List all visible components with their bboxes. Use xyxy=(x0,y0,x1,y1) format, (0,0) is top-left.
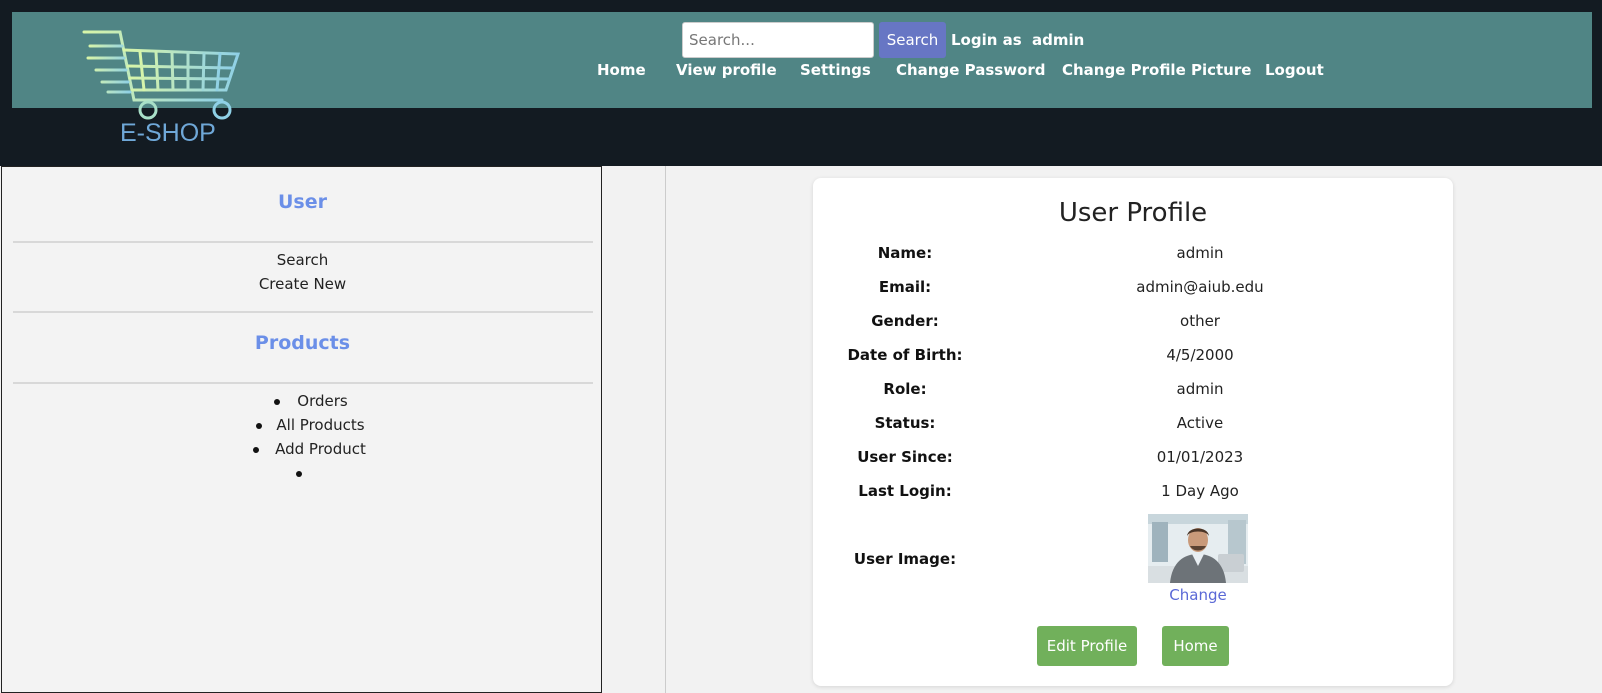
sidebar-heading-products: Products xyxy=(254,332,351,354)
nav-settings[interactable]: Settings xyxy=(800,61,871,79)
nav-logout[interactable]: Logout xyxy=(1265,61,1324,79)
field-value-dob: 4/5/2000 xyxy=(1166,346,1234,364)
field-label-name: Name: xyxy=(877,244,933,262)
user-profile-card: User Profile Name: admin Email: admin@ai… xyxy=(813,178,1453,686)
nav-change-password[interactable]: Change Password xyxy=(896,61,1046,79)
logo-wordmark: E-SHOP xyxy=(120,119,216,147)
field-label-user-image: User Image: xyxy=(853,550,957,568)
field-value-user-since: 01/01/2023 xyxy=(1156,448,1244,466)
divider xyxy=(13,311,593,313)
search-input[interactable] xyxy=(682,22,874,58)
field-value-gender: other xyxy=(1180,312,1220,330)
sidebar-item-add-product[interactable]: Add Product xyxy=(20,440,621,458)
top-header: E-SHOP Search Login as admin Home View p… xyxy=(0,0,1602,166)
change-image-link[interactable]: Change xyxy=(1166,586,1230,604)
sidebar-heading-user: User xyxy=(278,191,327,213)
divider xyxy=(13,241,593,243)
content-divider xyxy=(665,166,666,693)
home-button[interactable]: Home xyxy=(1162,626,1229,666)
page-title: User Profile xyxy=(1058,198,1208,228)
field-value-email: admin@aiub.edu xyxy=(1136,278,1264,296)
field-value-status: Active xyxy=(1176,414,1224,432)
nav-view-profile[interactable]: View profile xyxy=(676,61,777,79)
field-label-user-since: User Since: xyxy=(857,448,953,466)
field-label-role: Role: xyxy=(883,380,927,398)
divider xyxy=(13,382,593,384)
field-value-name: admin xyxy=(1176,244,1224,262)
field-label-last-login: Last Login: xyxy=(858,482,952,500)
edit-profile-button[interactable]: Edit Profile xyxy=(1037,626,1137,666)
sidebar-item-all-products[interactable]: All Products xyxy=(20,416,621,434)
field-value-last-login: 1 Day Ago xyxy=(1161,482,1239,500)
field-label-gender: Gender: xyxy=(871,312,939,330)
sidebar-item-create-new[interactable]: Create New xyxy=(2,275,603,293)
field-label-status: Status: xyxy=(874,414,936,432)
field-label-dob: Date of Birth: xyxy=(847,346,963,364)
login-as-label: Login as xyxy=(951,31,1022,49)
sidebar-item-orders[interactable]: Orders xyxy=(22,392,623,410)
user-avatar-image xyxy=(1148,514,1248,583)
field-label-email: Email: xyxy=(878,278,932,296)
sidebar-item-search[interactable]: Search xyxy=(2,251,603,269)
eshop-logo[interactable]: E-SHOP xyxy=(82,28,242,152)
field-value-role: admin xyxy=(1176,380,1224,398)
logged-in-username: admin xyxy=(1032,31,1085,49)
nav-home[interactable]: Home xyxy=(597,61,646,79)
search-button[interactable]: Search xyxy=(879,22,946,58)
sidebar: User Search Create New Products Orders A… xyxy=(1,166,602,693)
nav-change-profile-picture[interactable]: Change Profile Picture xyxy=(1062,61,1251,79)
list-bullet xyxy=(296,471,302,477)
